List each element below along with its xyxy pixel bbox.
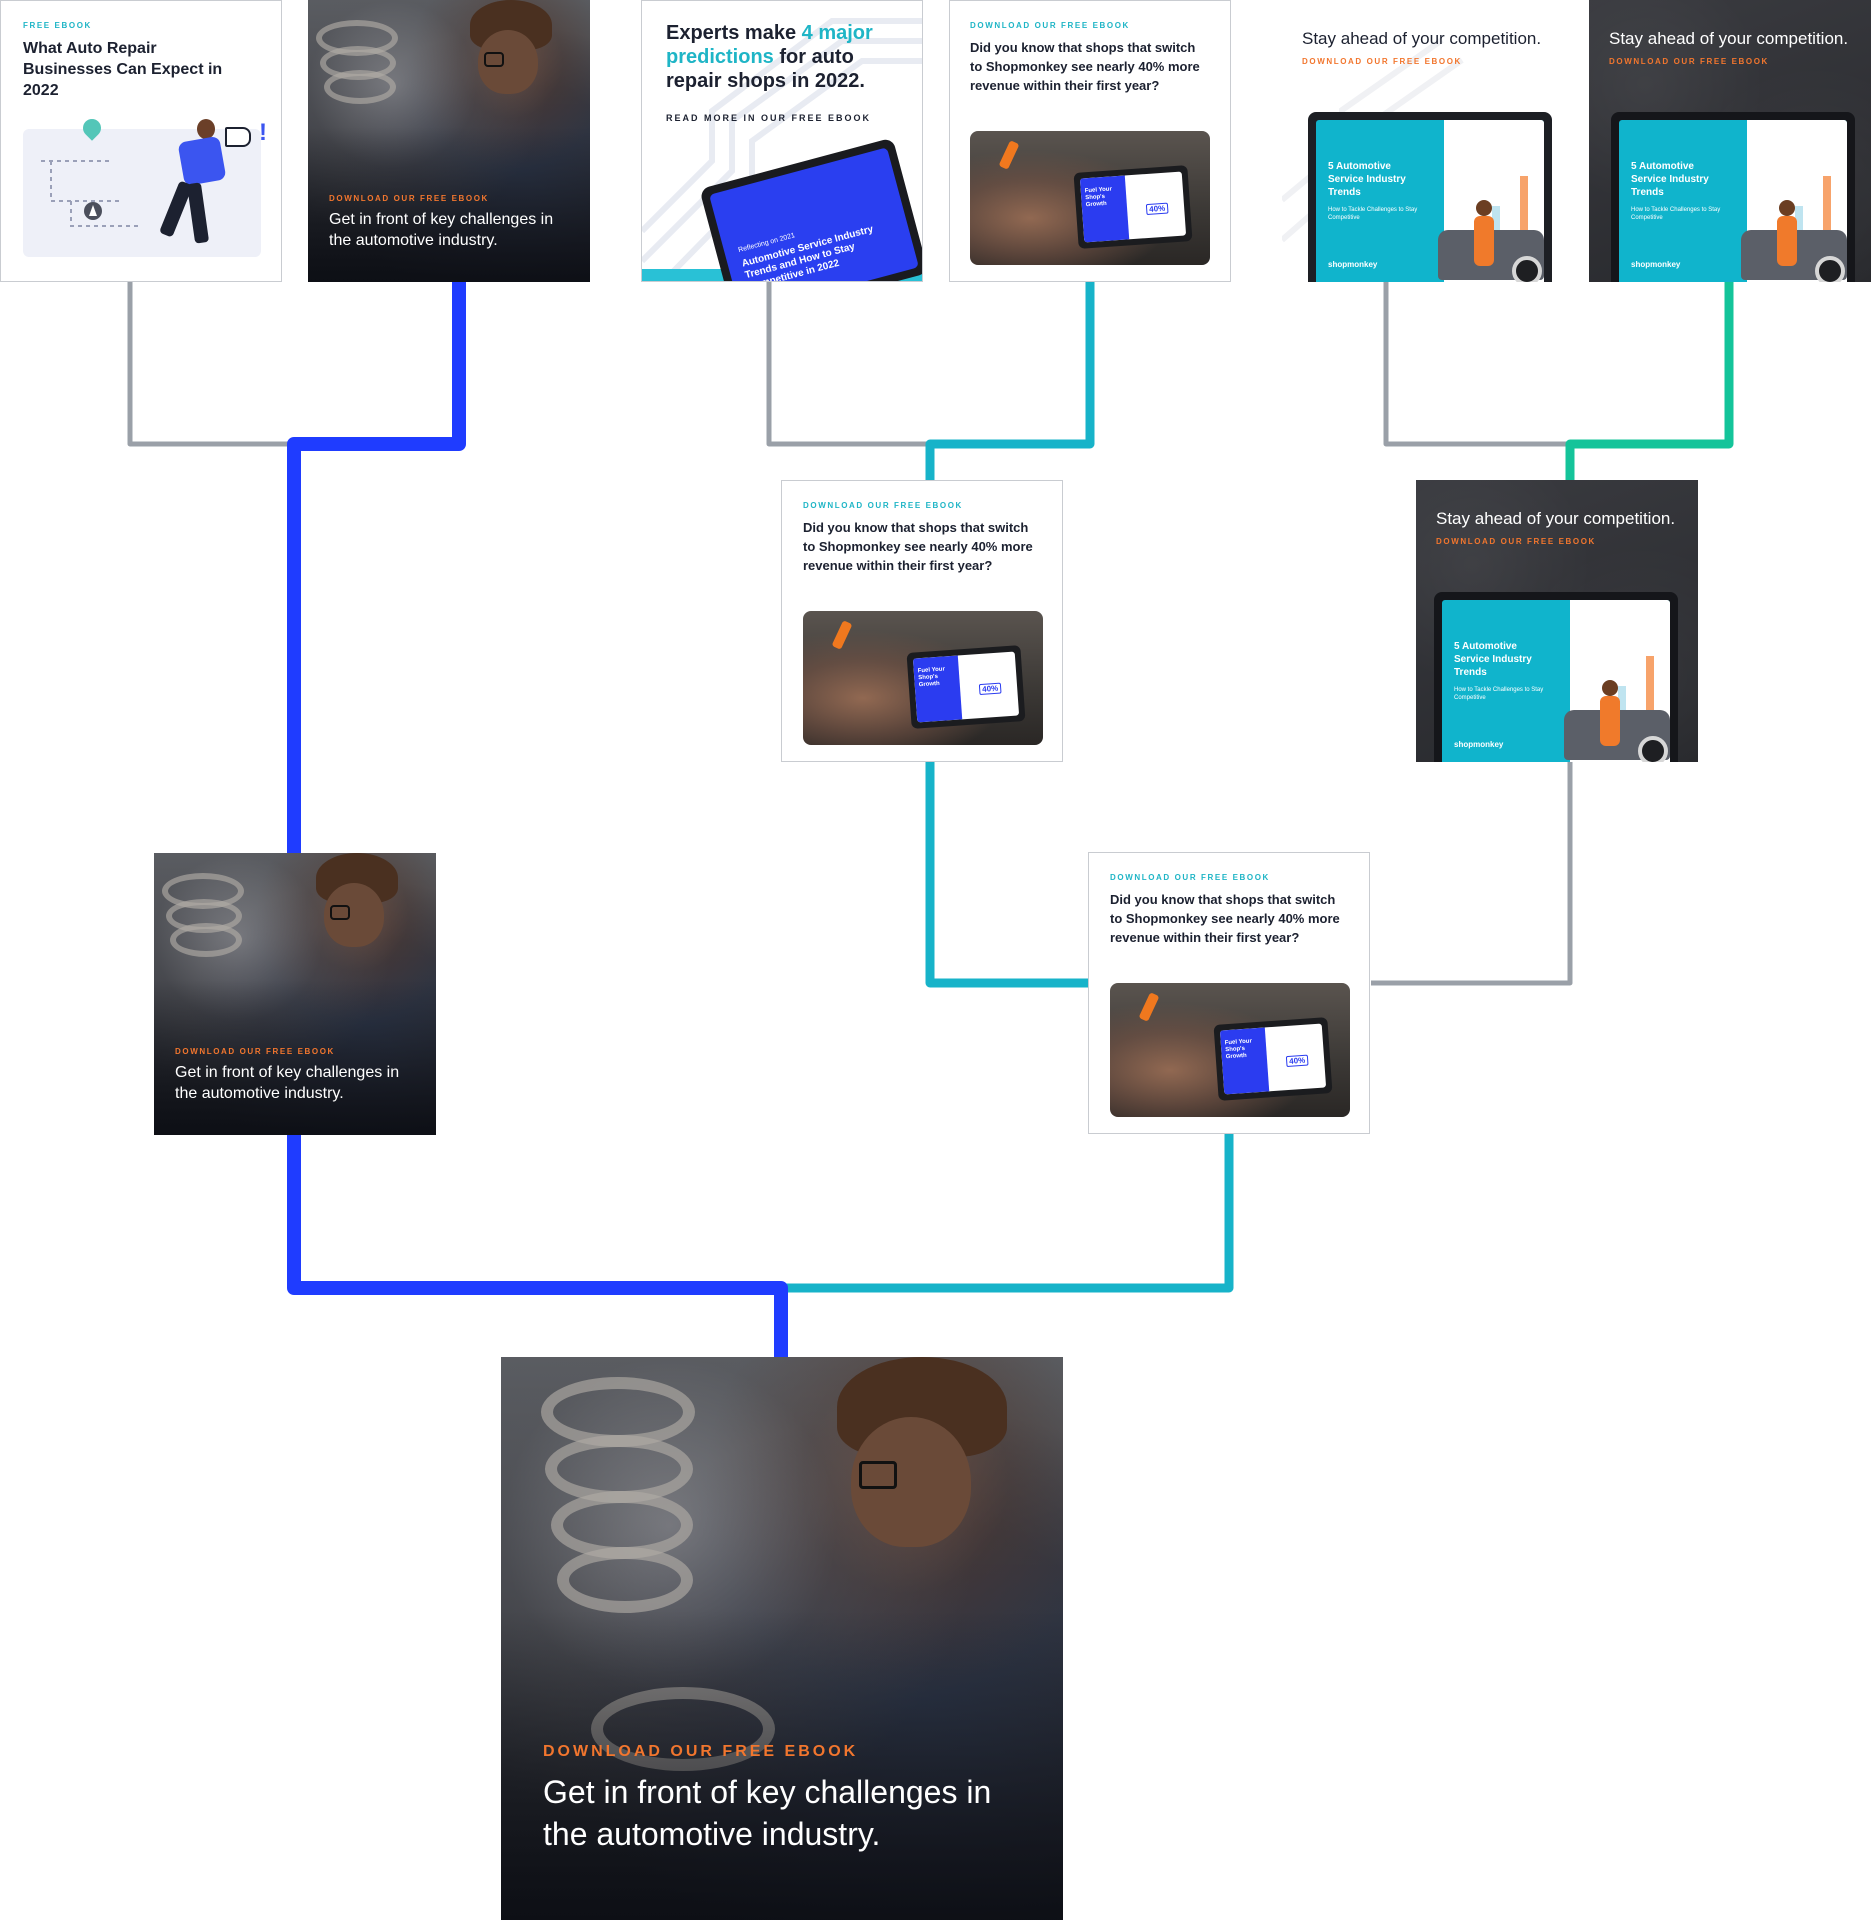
- card-predictions-ebook[interactable]: Experts make 4 major predictions for aut…: [641, 0, 923, 282]
- ebook-tablet: 5 Automotive Service Industry Trends How…: [1611, 112, 1855, 282]
- ebook-tablet: 5 Automotive Service Industry Trends How…: [1434, 592, 1678, 762]
- card-revenue-ebook-round3[interactable]: DOWNLOAD OUR FREE EBOOK Did you know tha…: [1088, 852, 1370, 1134]
- connector-competition-white: [1383, 282, 1570, 447]
- connector-key-challenges-r3: [287, 1133, 788, 1357]
- connector-competition-r2: [1371, 762, 1573, 986]
- card-eyebrow: DOWNLOAD OUR FREE EBOOK: [803, 501, 963, 510]
- card-headline: Experts make 4 major predictions for aut…: [666, 22, 873, 92]
- connector-auto-repair: [127, 282, 292, 447]
- card-headline: Stay ahead of your competition.: [1609, 29, 1849, 48]
- card-competition-ebook-dark[interactable]: Stay ahead of your competition. DOWNLOAD…: [1589, 0, 1871, 282]
- card-revenue-ebook[interactable]: DOWNLOAD OUR FREE EBOOK Did you know tha…: [949, 0, 1231, 282]
- connector-competition-dark-r1: [1565, 282, 1734, 480]
- card-competition-ebook-round2[interactable]: Stay ahead of your competition. DOWNLOAD…: [1416, 480, 1698, 762]
- connector-key-challenges-r1: [287, 282, 466, 853]
- card-key-challenges-round3[interactable]: DOWNLOAD OUR FREE EBOOK Get in front of …: [154, 853, 436, 1135]
- card-eyebrow: DOWNLOAD OUR FREE EBOOK: [1436, 537, 1596, 546]
- connector-revenue-r3: [781, 1133, 1234, 1293]
- card-headline: What Auto Repair Businesses Can Expect i…: [23, 40, 223, 99]
- card-eyebrow: DOWNLOAD OUR FREE EBOOK: [1609, 57, 1769, 66]
- card-eyebrow: DOWNLOAD OUR FREE EBOOK: [175, 1047, 335, 1056]
- connector-predictions: [766, 282, 930, 447]
- card-key-challenges-ebook[interactable]: DOWNLOAD OUR FREE EBOOK Get in front of …: [308, 0, 590, 282]
- card-headline: Stay ahead of your competition.: [1436, 509, 1676, 528]
- card-key-challenges-winner[interactable]: DOWNLOAD OUR FREE EBOOK Get in front of …: [501, 1357, 1063, 1920]
- connector-revenue-r2: [925, 762, 1090, 988]
- card-competition-ebook-light[interactable]: Stay ahead of your competition. DOWNLOAD…: [1282, 0, 1564, 282]
- card-eyebrow: DOWNLOAD OUR FREE EBOOK: [543, 1743, 859, 1760]
- desk-tablet-photo: Fuel Your Shop's Growth 40%: [803, 611, 1043, 745]
- card-headline: Get in front of key challenges in the au…: [543, 1774, 992, 1852]
- desk-tablet-photo: Fuel Your Shop's Growth 40%: [1110, 983, 1350, 1117]
- card-headline: Stay ahead of your competition.: [1302, 29, 1542, 48]
- card-eyebrow: FREE EBOOK: [23, 21, 92, 30]
- desk-tablet-photo: Fuel Your Shop's Growth 40%: [970, 131, 1210, 265]
- card-headline: Did you know that shops that switch to S…: [803, 520, 1033, 573]
- card-cta[interactable]: READ MORE IN OUR FREE EBOOK: [666, 113, 906, 123]
- card-headline: Get in front of key challenges in the au…: [329, 211, 554, 249]
- connector-revenue-r1: [925, 282, 1095, 480]
- card-eyebrow: DOWNLOAD OUR FREE EBOOK: [970, 21, 1130, 30]
- card-headline: Did you know that shops that switch to S…: [1110, 892, 1340, 945]
- card-auto-repair-ebook[interactable]: FREE EBOOK What Auto Repair Businesses C…: [0, 0, 282, 282]
- card-eyebrow: DOWNLOAD OUR FREE EBOOK: [1302, 57, 1462, 66]
- card-eyebrow: DOWNLOAD OUR FREE EBOOK: [329, 194, 489, 203]
- card-revenue-ebook-round2[interactable]: DOWNLOAD OUR FREE EBOOK Did you know tha…: [781, 480, 1063, 762]
- card-eyebrow: DOWNLOAD OUR FREE EBOOK: [1110, 873, 1270, 882]
- card-headline: Get in front of key challenges in the au…: [175, 1064, 400, 1102]
- ebook-tablet: 5 Automotive Service Industry Trends How…: [1308, 112, 1552, 282]
- card-headline: Did you know that shops that switch to S…: [970, 40, 1200, 93]
